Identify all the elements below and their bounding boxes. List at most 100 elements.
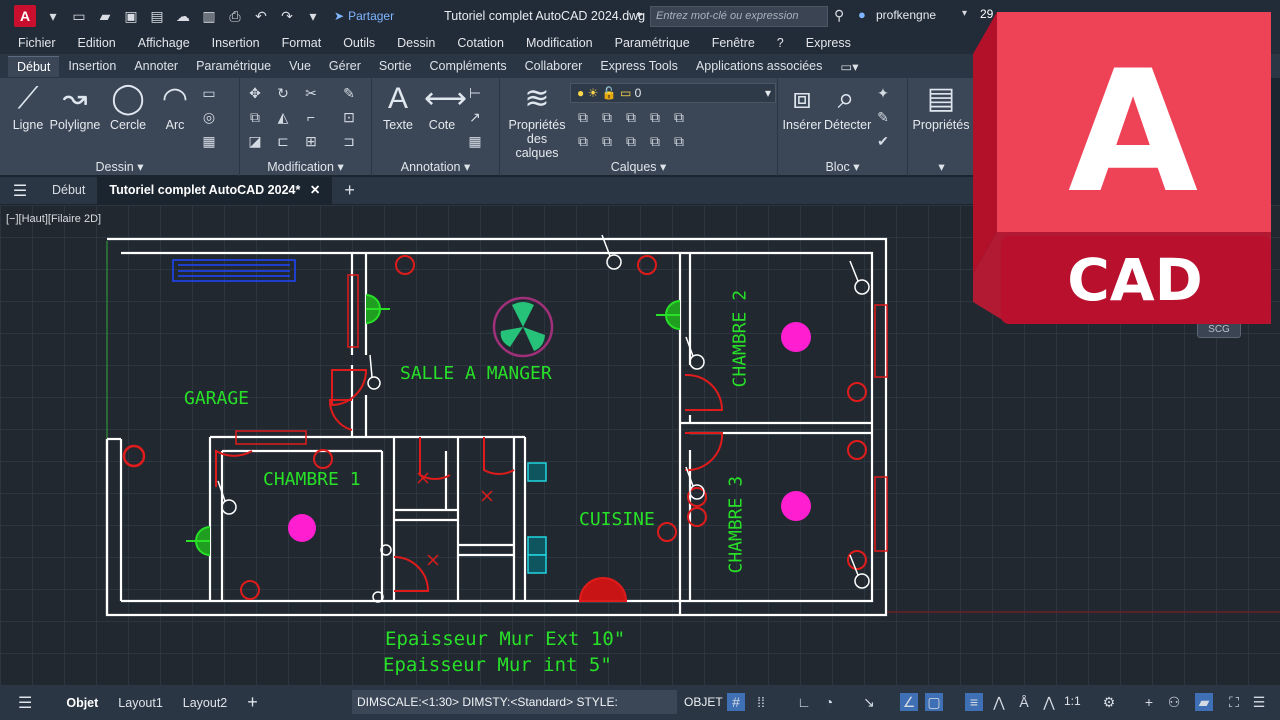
insert-button[interactable]: ⧈ Insérer xyxy=(782,82,822,132)
properties-expand-icon[interactable]: ▾ xyxy=(908,159,975,174)
explode-icon[interactable]: ⊡ xyxy=(340,108,358,126)
layer-tool-icon[interactable]: ⧉ xyxy=(598,108,616,126)
ortho-icon[interactable]: ∟ xyxy=(795,693,813,711)
fillet-icon[interactable]: ⌐ xyxy=(302,108,320,126)
close-tab-icon[interactable]: ✕ xyxy=(310,183,320,197)
menu-outils[interactable]: Outils xyxy=(343,36,375,50)
search-icon[interactable]: ⚲ xyxy=(834,7,844,24)
tab-debut[interactable]: Début xyxy=(8,55,60,77)
command-line-status[interactable]: DIMSCALE:<1:30> DIMSTY:<Standard> STYLE:… xyxy=(352,690,677,720)
layout-tab-1[interactable]: Layout1 xyxy=(108,696,172,710)
snap-icon[interactable]: ⁞⁞ xyxy=(752,693,770,711)
object-snap-icon[interactable]: ▢ xyxy=(925,693,943,711)
erase-icon[interactable]: ✎ xyxy=(340,84,358,102)
edit-block-icon[interactable]: ✎ xyxy=(874,108,892,126)
cloud-icon[interactable]: ☁ xyxy=(174,7,192,25)
move-icon[interactable]: ✥ xyxy=(246,84,264,102)
add-layout-icon[interactable]: + xyxy=(237,692,268,713)
create-block-icon[interactable]: ✦ xyxy=(874,84,892,102)
tab-collaborer[interactable]: Collaborer xyxy=(516,56,592,76)
save-as-icon[interactable]: ▤ xyxy=(148,7,166,25)
file-tab-debut[interactable]: Début xyxy=(40,177,97,204)
auto-scale-icon[interactable]: Å xyxy=(1015,693,1033,711)
polyline-button[interactable]: ↝ Polyligne xyxy=(48,82,102,132)
panel-title-modification[interactable]: Modification ▾ xyxy=(240,159,371,174)
layer-tool-icon[interactable]: ⧉ xyxy=(622,108,640,126)
menu-format[interactable]: Format xyxy=(282,36,322,50)
layer-tool-icon[interactable]: ⧉ xyxy=(598,132,616,150)
tab-insertion[interactable]: Insertion xyxy=(59,56,125,76)
clean-screen-icon[interactable]: ⛶ xyxy=(1225,693,1243,711)
annotation-scale[interactable]: 1:1 xyxy=(1064,694,1081,708)
text-button[interactable]: A Texte xyxy=(380,82,416,132)
panel-title-dessin[interactable]: Dessin ▾ xyxy=(0,159,239,174)
annotation-visibility-icon[interactable]: ⋀ xyxy=(990,693,1008,711)
array-icon[interactable]: ⊞ xyxy=(302,132,320,150)
rectangle-icon[interactable]: ▭ xyxy=(200,84,218,102)
customize-icon[interactable]: ▾ xyxy=(304,7,322,25)
layer-dropdown[interactable]: ● ☀ 🔓 ▭ 0 ▾ xyxy=(570,83,776,103)
menu-dessin[interactable]: Dessin xyxy=(397,36,435,50)
stretch-icon[interactable]: ◪ xyxy=(246,132,264,150)
panel-title-calques[interactable]: Calques ▾ xyxy=(500,159,777,174)
menu-modification[interactable]: Modification xyxy=(526,36,593,50)
open-folder-icon[interactable]: ▰ xyxy=(96,7,114,25)
hamburger-menu-icon[interactable]: ☰ xyxy=(0,181,40,201)
settings-gear-icon[interactable]: ⚙ xyxy=(1100,693,1118,711)
layer-properties-button[interactable]: ≋ Propriétés des calques xyxy=(504,82,570,160)
hatch-icon[interactable]: ◎ xyxy=(200,108,218,126)
menu-help[interactable]: ? xyxy=(777,36,784,50)
linear-dim-icon[interactable]: ⊢ xyxy=(466,84,484,102)
layer-tool-icon[interactable]: ⧉ xyxy=(622,132,640,150)
tab-applications-associees[interactable]: Applications associées xyxy=(687,56,831,76)
status-menu-icon[interactable]: ☰ xyxy=(0,693,42,713)
offset-icon[interactable]: ⊐ xyxy=(340,132,358,150)
redo-icon[interactable]: ↷ xyxy=(278,7,296,25)
boundary-icon[interactable]: ▦ xyxy=(200,132,218,150)
search-input[interactable]: Entrez mot-clé ou expression xyxy=(650,6,828,27)
circle-button[interactable]: ◯ Cercle xyxy=(106,82,150,132)
layer-tool-icon[interactable]: ⧉ xyxy=(646,132,664,150)
tab-sortie[interactable]: Sortie xyxy=(370,56,421,76)
layer-tool-icon[interactable]: ⧉ xyxy=(670,108,688,126)
model-space-label[interactable]: OBJET xyxy=(684,695,723,709)
tab-annoter[interactable]: Annoter xyxy=(125,56,187,76)
layout-tab-2[interactable]: Layout2 xyxy=(173,696,237,710)
mirror-icon[interactable]: ◭ xyxy=(274,108,292,126)
customize-status-icon[interactable]: ☰ xyxy=(1250,693,1268,711)
rotate-icon[interactable]: ↻ xyxy=(274,84,292,102)
menu-fichier[interactable]: Fichier xyxy=(18,36,56,50)
dimension-button[interactable]: ⟷ Cote xyxy=(424,82,467,132)
dynamic-ucs-icon[interactable]: ∠ xyxy=(900,693,918,711)
web-icon[interactable]: ▥ xyxy=(200,7,218,25)
menu-fenetre[interactable]: Fenêtre xyxy=(712,36,755,50)
view-cube-badge[interactable]: SCG xyxy=(1197,322,1241,338)
user-dropdown-icon[interactable]: ▾ xyxy=(962,8,967,19)
isolate-icon[interactable]: ⚇ xyxy=(1165,693,1183,711)
layer-tool-icon[interactable]: ⧉ xyxy=(670,132,688,150)
panel-title-bloc[interactable]: Bloc ▾ xyxy=(778,159,907,174)
annotation-scale-icon[interactable]: ⋀ xyxy=(1040,693,1058,711)
save-icon[interactable]: ▣ xyxy=(122,7,140,25)
tab-express-tools[interactable]: Express Tools xyxy=(591,56,687,76)
add-icon[interactable]: + xyxy=(1140,693,1158,711)
tab-vue[interactable]: Vue xyxy=(280,56,320,76)
attribute-icon[interactable]: ✔ xyxy=(874,132,892,150)
tab-gerer[interactable]: Gérer xyxy=(320,56,370,76)
layer-tool-icon[interactable]: ⧉ xyxy=(646,108,664,126)
print-icon[interactable]: ⎙ xyxy=(226,7,244,25)
hardware-accel-icon[interactable]: ▰ xyxy=(1195,693,1213,711)
new-tab-icon[interactable]: + xyxy=(332,177,367,204)
copy-icon[interactable]: ⧉ xyxy=(246,108,264,126)
new-file-icon[interactable]: ▭ xyxy=(70,7,88,25)
grid-icon[interactable]: # xyxy=(727,693,745,711)
dropdown-icon[interactable]: ▾ xyxy=(44,7,62,25)
menu-express[interactable]: Express xyxy=(806,36,851,50)
layout-tab-objet[interactable]: Objet xyxy=(56,696,108,710)
osnap-icon[interactable]: ↘ xyxy=(860,693,878,711)
menu-insertion[interactable]: Insertion xyxy=(212,36,260,50)
detect-button[interactable]: ⌕ Détecter xyxy=(824,82,871,132)
leader-icon[interactable]: ↗ xyxy=(466,108,484,126)
user-name[interactable]: profkengne xyxy=(876,8,936,22)
polar-icon[interactable]: ◔ xyxy=(820,693,838,711)
